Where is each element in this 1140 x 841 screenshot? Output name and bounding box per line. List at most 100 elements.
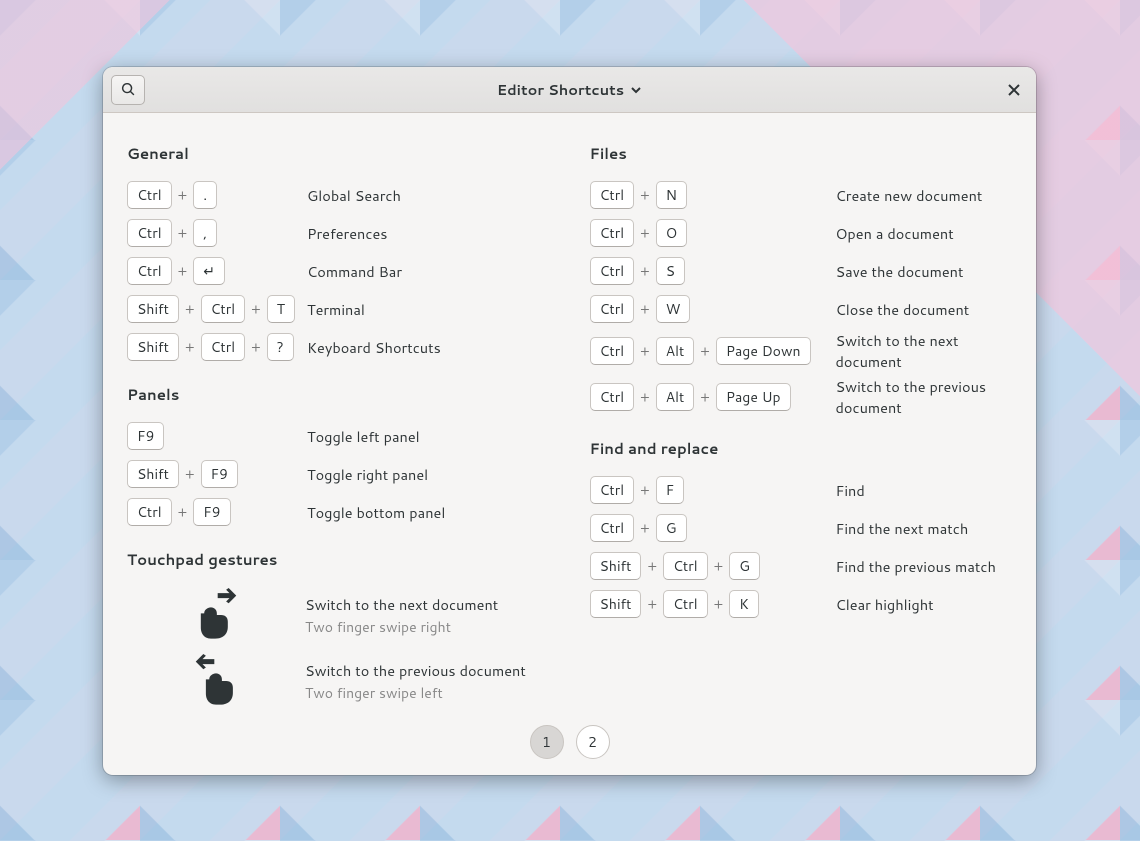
plus-icon: + <box>640 518 650 538</box>
search-button[interactable] <box>111 75 145 105</box>
shortcut-keys: Ctrl + . <box>127 181 307 209</box>
key: F9 <box>127 422 164 450</box>
key: Shift <box>590 552 642 580</box>
shortcut-desc: Toggle right panel <box>307 464 428 485</box>
shortcut-keys: Ctrl+Alt+Page Down <box>590 337 836 365</box>
shortcut-desc: Switch to the next document <box>836 330 1013 372</box>
key: Ctrl <box>590 181 635 209</box>
shortcut-desc: Find <box>836 480 865 501</box>
gesture-desc: Switch to the next document <box>305 594 498 615</box>
plus-icon: + <box>185 464 195 484</box>
shortcut-row: Ctrl + . Global Search <box>119 176 558 214</box>
key: S <box>656 257 685 285</box>
key: Ctrl <box>590 383 635 411</box>
shortcut-keys: Ctrl+ O <box>590 219 836 247</box>
shortcut-keys: Shift+Ctrl+G <box>590 552 836 580</box>
plus-icon: + <box>714 594 724 614</box>
key: Ctrl <box>590 257 635 285</box>
plus-icon: + <box>640 223 650 243</box>
gesture-sublabel: Two finger swipe right <box>305 617 498 637</box>
key: Shift <box>590 590 642 618</box>
plus-icon: + <box>647 594 657 614</box>
shortcut-keys: Ctrl+G <box>590 514 836 542</box>
page-2-button[interactable]: 2 <box>576 725 610 759</box>
key: , <box>193 219 217 247</box>
shortcut-row: Ctrl+Alt+Page Down Switch to the next do… <box>582 328 1021 374</box>
shortcut-row: Ctrl+F Find <box>582 471 1021 509</box>
key: Ctrl <box>590 337 635 365</box>
swipe-left-icon <box>127 654 305 708</box>
key: Ctrl <box>590 476 635 504</box>
key: W <box>656 295 691 323</box>
shortcut-desc: Switch to the previous document <box>836 376 1013 418</box>
shortcut-row: Shift + Ctrl + T Terminal <box>119 290 558 328</box>
shortcut-keys: Ctrl+F <box>590 476 836 504</box>
gesture-row: Switch to the previous document Two fing… <box>119 648 558 714</box>
content: General Ctrl + . Global Search Ctrl + , … <box>103 113 1036 715</box>
page-1-button[interactable]: 1 <box>530 725 564 759</box>
key: Ctrl <box>590 219 635 247</box>
shortcut-desc: Toggle bottom panel <box>307 502 445 523</box>
shortcut-desc: Clear highlight <box>836 594 934 615</box>
plus-icon: + <box>640 185 650 205</box>
shortcut-keys: Ctrl+ W <box>590 295 836 323</box>
shortcut-row: F9 Toggle left panel <box>119 417 558 455</box>
shortcut-keys: Ctrl + ↵ <box>127 257 307 285</box>
plus-icon: + <box>640 299 650 319</box>
shortcut-keys: Ctrl+Alt+Page Up <box>590 383 836 411</box>
close-button[interactable] <box>1000 76 1028 104</box>
plus-icon: + <box>178 502 188 522</box>
shortcut-keys: Ctrl+N <box>590 181 836 209</box>
gesture-sublabel: Two finger swipe left <box>305 683 526 703</box>
shortcut-row: Ctrl+N Create new document <box>582 176 1021 214</box>
swipe-right-icon <box>127 588 305 642</box>
key: Ctrl <box>127 181 172 209</box>
key: G <box>729 552 760 580</box>
shortcut-keys: Ctrl+ S <box>590 257 836 285</box>
section-general-title: General <box>127 143 550 164</box>
shortcut-desc: Toggle left panel <box>307 426 420 447</box>
section-files-title: Files <box>590 143 1013 164</box>
left-column: General Ctrl + . Global Search Ctrl + , … <box>119 137 558 707</box>
shortcut-row: Ctrl+S Save the document <box>582 252 1021 290</box>
right-column: Files Ctrl+N Create new document Ctrl+O … <box>582 137 1021 707</box>
dialog-title: Editor Shortcuts <box>497 79 624 100</box>
section-panels-title: Panels <box>127 384 550 405</box>
key: Ctrl <box>663 552 708 580</box>
key: Ctrl <box>201 333 246 361</box>
key: K <box>729 590 759 618</box>
plus-icon: + <box>178 223 188 243</box>
key: Ctrl <box>127 257 172 285</box>
key: Ctrl <box>663 590 708 618</box>
gesture-row: Switch to the next document Two finger s… <box>119 582 558 648</box>
key: ? <box>267 333 294 361</box>
gesture-desc: Switch to the previous document <box>305 660 526 681</box>
plus-icon: + <box>178 185 188 205</box>
shortcut-keys: Ctrl + , <box>127 219 307 247</box>
titlebar: Editor Shortcuts <box>103 67 1036 113</box>
key: Ctrl <box>127 219 172 247</box>
key: Shift <box>127 333 179 361</box>
section-gestures-title: Touchpad gestures <box>127 549 550 570</box>
plus-icon: + <box>640 387 650 407</box>
key-enter: ↵ <box>193 257 225 285</box>
plus-icon: + <box>640 341 650 361</box>
shortcut-row: Shift + Ctrl + ? Keyboard Shortcuts <box>119 328 558 366</box>
plus-icon: + <box>640 261 650 281</box>
key: Page Down <box>716 337 811 365</box>
plus-icon: + <box>640 480 650 500</box>
key: Alt <box>656 383 695 411</box>
shortcut-desc: Global Search <box>307 185 401 206</box>
shortcut-desc: Open a document <box>836 223 954 244</box>
key: Ctrl <box>590 295 635 323</box>
dialog-title-dropdown[interactable]: Editor Shortcuts <box>103 79 1036 100</box>
plus-icon: + <box>700 341 710 361</box>
key: O <box>656 219 688 247</box>
key: . <box>193 181 217 209</box>
chevron-down-icon[interactable] <box>630 84 642 96</box>
plus-icon: + <box>185 337 195 357</box>
shortcut-row: Ctrl + , Preferences <box>119 214 558 252</box>
shortcut-row: Ctrl + F9 Toggle bottom panel <box>119 493 558 531</box>
key: F9 <box>201 460 238 488</box>
key: Shift <box>127 295 179 323</box>
